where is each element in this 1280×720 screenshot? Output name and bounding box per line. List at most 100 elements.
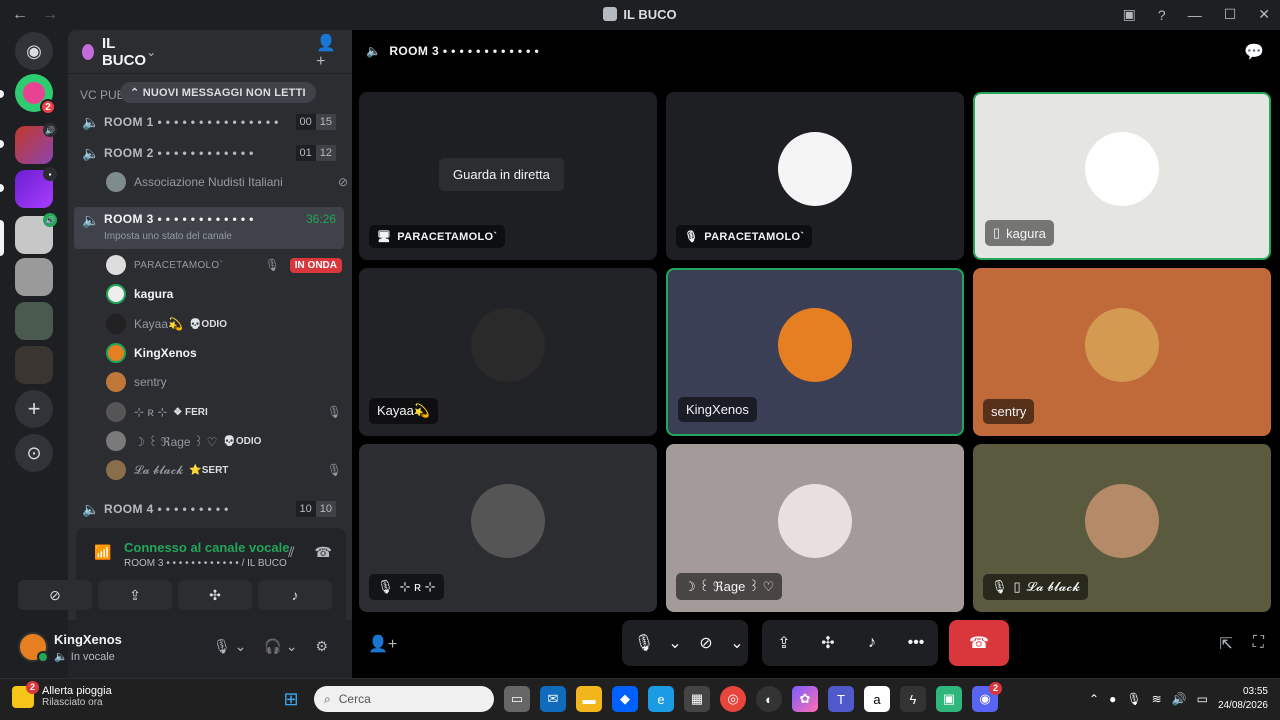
more-icon[interactable]: •••: [894, 634, 938, 652]
battery-icon[interactable]: ▭: [1197, 692, 1208, 706]
guild-header[interactable]: IL BUCO ⌄ 👤+: [68, 30, 352, 74]
voice-user[interactable]: sentry: [106, 369, 346, 395]
edge-icon[interactable]: e: [648, 686, 674, 712]
outlook-icon[interactable]: ✉: [540, 686, 566, 712]
mic-icon[interactable]: 🎙: [1126, 692, 1141, 706]
screen-share-button[interactable]: ⇪: [98, 580, 172, 610]
user-tile[interactable]: sentry: [973, 268, 1271, 436]
voice-user[interactable]: ☽ ꒰ ℜage ꒱ ♡ 💀ODIO: [106, 428, 346, 454]
chevron-down-icon[interactable]: ⌄: [666, 633, 684, 653]
user-tile[interactable]: 🎙 ▯ 𝓛𝓪 𝓫𝓵𝓪𝓬𝓴: [973, 444, 1271, 612]
discord-icon[interactable]: ◉ 2: [972, 682, 1002, 712]
server-anime[interactable]: 🔊: [15, 123, 57, 164]
voice-user[interactable]: KingXenos: [106, 340, 346, 366]
voice-dot-icon: 🔈: [54, 651, 71, 663]
task-view-icon[interactable]: ▭: [504, 686, 530, 712]
soundboard-button[interactable]: ♪: [258, 580, 332, 610]
screen-share-icon[interactable]: ⇪: [762, 633, 806, 653]
clock[interactable]: 03:55 24/08/2026: [1218, 685, 1268, 713]
disconnect-button[interactable]: ☎: [949, 620, 1009, 666]
search-box[interactable]: ⌕ Cerca: [314, 686, 494, 712]
chevron-up-icon[interactable]: ⌃: [1089, 692, 1099, 706]
user-tile[interactable]: Kayaa💫: [359, 268, 657, 436]
camera-off-icon[interactable]: ⊘: [684, 633, 728, 653]
activities-icon[interactable]: ✣: [806, 633, 850, 653]
chat-bubble-icon[interactable]: 💬: [1244, 42, 1264, 62]
user-tile[interactable]: 🎙 PARACETAMOLO`: [666, 92, 964, 260]
stream-tile[interactable]: Guarda in diretta 🖥 PARACETAMOLO`: [359, 92, 657, 260]
channel-status[interactable]: Imposta uno stato del canale: [104, 231, 232, 242]
wifi-icon[interactable]: ≋: [1152, 692, 1162, 706]
signal-icon[interactable]: 📶: [94, 544, 111, 561]
add-member-icon[interactable]: 👤+: [316, 33, 338, 71]
user-name[interactable]: KingXenos: [54, 632, 122, 647]
help-icon[interactable]: ?: [1158, 7, 1166, 23]
minimize-icon[interactable]: —: [1188, 7, 1202, 23]
bolt-icon[interactable]: ϟ: [900, 686, 926, 712]
voice-user[interactable]: 𝓛𝓪 𝓫𝓵𝓪𝓬𝓴 ⭐SERT 🎙: [106, 457, 346, 483]
mic-icon[interactable]: 🎙 ⌄: [213, 638, 246, 655]
chrome-icon[interactable]: ◎: [720, 686, 746, 712]
voice-user[interactable]: ⊹ ʀ ⊹ ❖ FERI 🎙: [106, 399, 346, 425]
noise-suppression-icon[interactable]: ⫽: [288, 544, 294, 561]
add-server-icon[interactable]: +: [15, 390, 53, 428]
channel-room-3[interactable]: 🔈 ROOM 3 • • • • • • • • • • • • 36:26 I…: [74, 207, 344, 249]
user-tile[interactable]: 🎙 ⊹ ʀ ⊹: [359, 444, 657, 612]
chevron-down-icon[interactable]: ⌄: [728, 633, 746, 653]
user-tile[interactable]: ▯ kagura: [973, 92, 1271, 260]
fullscreen-icon[interactable]: ⛶: [1253, 634, 1264, 654]
discord-home-icon[interactable]: ◉: [15, 32, 53, 70]
volume-icon[interactable]: 🔊: [1172, 692, 1187, 706]
store-icon[interactable]: ▦: [684, 686, 710, 712]
voice-user[interactable]: Kayaa💫 💀ODIO: [106, 311, 346, 337]
amazon-icon[interactable]: a: [864, 686, 890, 712]
invite-icon[interactable]: 👤+: [368, 634, 397, 654]
voice-user[interactable]: Associazione Nudisti Italiani ⊘: [106, 169, 348, 195]
soundboard-icon[interactable]: ♪: [850, 634, 894, 652]
camera-off-button[interactable]: ⊘: [18, 580, 92, 610]
inbox-icon[interactable]: ▣: [1123, 6, 1136, 23]
tray-app-icon[interactable]: ●: [1109, 692, 1116, 706]
explorer-icon[interactable]: ▬: [576, 686, 602, 712]
channel-room-4[interactable]: 🔈 ROOM 4 • • • • • • • • • 10 10: [74, 496, 344, 522]
weather-widget[interactable]: 2 Allerta pioggia Rilasciato ora: [12, 680, 112, 708]
server-pink[interactable]: 2: [15, 74, 56, 115]
server-il-buco[interactable]: 🔊: [15, 213, 57, 254]
mic-icon[interactable]: 🎙: [622, 633, 666, 653]
headphones-icon[interactable]: 🎧 ⌄: [264, 638, 297, 655]
tile-avatar: [778, 308, 852, 382]
game-app-icon[interactable]: ▣: [936, 686, 962, 712]
teams-icon[interactable]: T: [828, 686, 854, 712]
settings-gear-icon[interactable]: ⚙: [315, 638, 328, 655]
voice-user[interactable]: kagura: [106, 281, 346, 307]
user-tile[interactable]: ☽ ꒰ ℜage ꒱ ♡: [666, 444, 964, 612]
maximize-icon[interactable]: ☐: [1224, 6, 1237, 23]
avatar[interactable]: [18, 632, 49, 663]
user-tile[interactable]: KingXenos: [666, 268, 964, 436]
activities-button[interactable]: ✣: [178, 580, 252, 610]
server-purple[interactable]: ▪: [15, 167, 57, 208]
voice-location[interactable]: ROOM 3 • • • • • • • • • • • • / IL BUCO: [124, 558, 287, 569]
mic-icon: 🎙: [377, 579, 394, 594]
voice-status[interactable]: Connesso al canale vocale: [124, 540, 289, 555]
system-tray: ⌃ ● 🎙 ≋ 🔊 ▭ 03:55 24/08/2026: [1089, 685, 1268, 713]
server-city[interactable]: [15, 302, 53, 340]
channel-room-2[interactable]: 🔈 ROOM 2 • • • • • • • • • • • • 01 12: [74, 140, 344, 166]
disconnect-icon[interactable]: ☎: [315, 544, 332, 561]
explore-icon[interactable]: ⊙: [15, 434, 53, 472]
server-grey[interactable]: [15, 258, 53, 296]
new-messages-banner[interactable]: ⌃ NUOVI MESSAGGI NON LETTI: [120, 82, 316, 103]
close-icon[interactable]: ✕: [1258, 6, 1270, 23]
server-dark[interactable]: [15, 346, 53, 384]
weather-alert-icon: 2: [12, 680, 39, 708]
start-icon[interactable]: ⊞: [278, 686, 304, 712]
app-icon[interactable]: ◐: [756, 686, 782, 712]
voice-user[interactable]: PARACETAMOLO` 🎙 IN ONDA: [106, 252, 346, 278]
watch-stream-button[interactable]: Guarda in diretta: [439, 158, 564, 191]
dropbox-icon[interactable]: ◆: [612, 686, 638, 712]
copilot-icon[interactable]: ✿: [792, 686, 818, 712]
channel-room-1[interactable]: 🔈 ROOM 1 • • • • • • • • • • • • • • • 0…: [74, 109, 344, 135]
chevron-down-icon[interactable]: ⌄: [146, 45, 156, 59]
popout-icon[interactable]: ⇱: [1219, 634, 1232, 654]
category-label[interactable]: VC PUB: [80, 88, 125, 102]
